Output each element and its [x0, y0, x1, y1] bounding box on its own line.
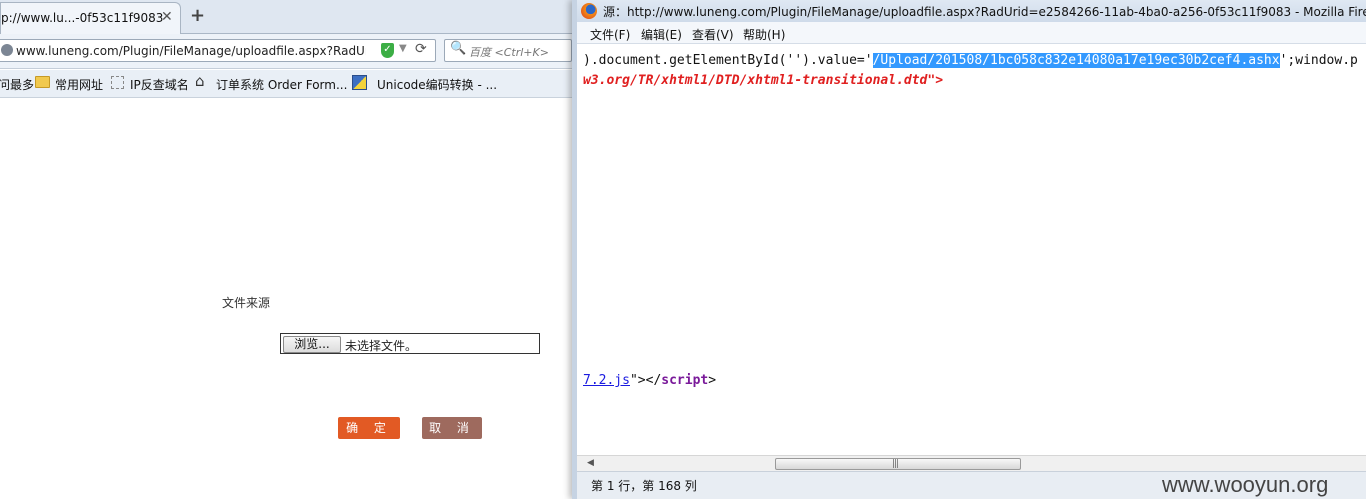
window-title: 源：http://www.luneng.com/Plugin/FileManag…: [603, 5, 1366, 19]
browser-tab[interactable]: p://www.lu...-0f53c11f9083 ✕: [0, 2, 181, 34]
view-source-window: 源：http://www.luneng.com/Plugin/FileManag…: [572, 0, 1366, 499]
script-src-link[interactable]: 7.2.js: [583, 373, 630, 388]
status-bar: 第 1 行，第 168 列 www.wooyun.org: [577, 471, 1366, 499]
bookmark-unicode[interactable]: Unicode编码转换 - ...: [377, 76, 497, 93]
source-code-text: "></: [629, 373, 662, 388]
grip-icon: |||: [892, 459, 899, 469]
navigation-bar: www.luneng.com/Plugin/FileManage/uploadf…: [0, 34, 572, 69]
menu-help[interactable]: 帮助(H): [743, 26, 785, 43]
menu-edit[interactable]: 编辑(E): [641, 26, 682, 43]
bookmark-order-system[interactable]: 订单系统 Order Form...: [216, 76, 347, 93]
close-tab-icon[interactable]: ✕: [161, 9, 173, 25]
globe-icon: [1, 44, 13, 56]
reload-icon[interactable]: ⟳: [415, 41, 427, 57]
file-input[interactable]: 浏览... 未选择文件。: [280, 333, 540, 354]
source-code-text: >: [708, 373, 717, 388]
horizontal-scrollbar[interactable]: ◀ |||: [577, 455, 1366, 471]
url-bar[interactable]: www.luneng.com/Plugin/FileManage/uploadf…: [0, 39, 436, 62]
source-line-1: ).document.getElementById('').value='/Up…: [583, 53, 1358, 68]
dropdown-arrow-icon[interactable]: ▼: [399, 43, 407, 54]
tab-title: p://www.lu...-0f53c11f9083: [1, 11, 164, 25]
firefox-logo-icon: [581, 3, 597, 19]
search-icon: 🔍: [450, 41, 467, 56]
tab-strip: p://www.lu...-0f53c11f9083 ✕ +: [0, 0, 572, 34]
script-tag-name: script: [661, 373, 709, 388]
folder-icon: [35, 76, 50, 88]
bookmark-most-visited[interactable]: 问最多: [0, 76, 34, 93]
file-source-label: 文件来源: [222, 296, 271, 310]
selected-upload-path[interactable]: /Upload/201508/1bc058c832e14080a17e19ec3…: [872, 53, 1280, 68]
home-icon: ⌂: [195, 72, 205, 90]
doctype-dtd-text: w3.org/TR/xhtml1/DTD/xhtml1-transitional…: [583, 73, 944, 88]
page-content: 文件来源 浏览... 未选择文件。 确 定 取 消: [0, 99, 572, 499]
search-placeholder: 百度 <Ctrl+K>: [469, 46, 549, 59]
shield-icon[interactable]: ✓: [381, 43, 394, 58]
scrollbar-thumb[interactable]: |||: [775, 458, 1021, 470]
scroll-left-arrow-icon[interactable]: ◀: [587, 458, 594, 468]
source-code-text: ).document.getElementById('').value=': [583, 53, 873, 68]
source-line-2: w3.org/TR/xhtml1/DTD/xhtml1-transitional…: [583, 73, 943, 88]
new-tab-icon[interactable]: +: [190, 5, 205, 26]
bookmark-common-sites[interactable]: 常用网址: [55, 76, 103, 93]
menu-bar: 文件(F) 编辑(E) 查看(V) 帮助(H): [577, 22, 1366, 44]
search-bar[interactable]: 🔍 百度 <Ctrl+K>: [444, 39, 572, 62]
menu-view[interactable]: 查看(V): [692, 26, 734, 43]
page-icon: [111, 76, 124, 89]
url-text[interactable]: www.luneng.com/Plugin/FileManage/uploadf…: [16, 44, 366, 58]
source-line-script: 7.2.js"></script>: [583, 373, 716, 388]
source-code-view[interactable]: ).document.getElementById('').value='/Up…: [577, 45, 1366, 455]
window-titlebar: 源：http://www.luneng.com/Plugin/FileManag…: [577, 0, 1366, 22]
unicode-icon: [352, 75, 367, 90]
source-code-text: ';window.p: [1279, 53, 1358, 68]
bookmark-ip-lookup[interactable]: IP反查域名: [130, 76, 189, 93]
browse-button[interactable]: 浏览...: [283, 336, 341, 353]
cancel-button[interactable]: 取 消: [422, 417, 482, 439]
cursor-position-status: 第 1 行，第 168 列: [591, 479, 697, 493]
no-file-selected-text: 未选择文件。: [345, 339, 418, 353]
menu-file[interactable]: 文件(F): [590, 26, 630, 43]
bookmarks-toolbar: 问最多 常用网址 IP反查域名 ⌂ 订单系统 Order Form... Uni…: [0, 70, 572, 98]
confirm-button[interactable]: 确 定: [338, 417, 400, 439]
left-browser-window: p://www.lu...-0f53c11f9083 ✕ + www.lunen…: [0, 0, 572, 499]
watermark: www.wooyun.org: [1162, 472, 1329, 497]
